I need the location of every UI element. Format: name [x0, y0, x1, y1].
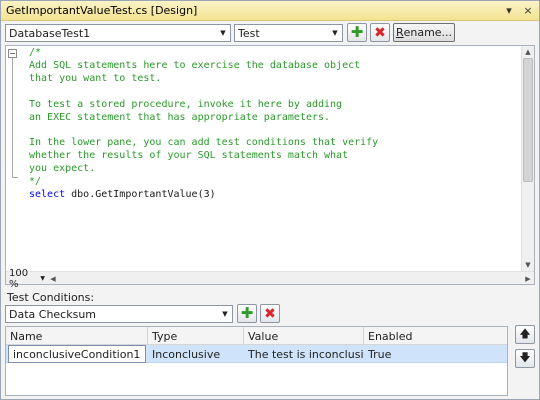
zoom-combo[interactable]: 100 % ▼ [7, 268, 45, 290]
scroll-right-icon[interactable]: ▶ [522, 272, 534, 285]
column-header-enabled[interactable]: Enabled [364, 327, 507, 345]
chevron-down-icon[interactable]: ▼ [216, 25, 230, 41]
code-line: an EXEC statement that has appropriate p… [29, 111, 331, 123]
delete-icon: ✖ [264, 305, 276, 322]
condition-enabled-cell[interactable]: True [364, 345, 507, 363]
script-type-combo[interactable]: Test ▼ [234, 24, 343, 42]
scroll-down-icon[interactable]: ▼ [522, 259, 534, 271]
sql-close-paren: ) [209, 188, 216, 200]
document-tab[interactable]: GetImportantValueTest.cs [Design] ▾ × [1, 1, 539, 21]
add-condition-button[interactable]: ✚ [237, 304, 257, 323]
chevron-down-icon[interactable]: ▼ [40, 275, 45, 282]
editor-vertical-scrollbar[interactable]: ▲ ▼ [521, 46, 534, 271]
condition-value-cell[interactable]: The test is inconclusive. [244, 345, 364, 363]
delete-icon: ✖ [374, 24, 386, 41]
add-test-button[interactable]: ✚ [347, 23, 367, 42]
move-down-button[interactable]: 🡇 [515, 349, 535, 368]
delete-test-button[interactable]: ✖ [370, 23, 390, 42]
rename-label: ename... [403, 26, 453, 39]
scroll-thumb[interactable] [523, 58, 533, 182]
code-line: you expect. [29, 163, 96, 175]
plus-icon: ✚ [350, 23, 364, 41]
condition-name-cell[interactable]: inconclusiveCondition1 [8, 345, 146, 363]
delete-condition-button[interactable]: ✖ [260, 304, 280, 323]
close-icon[interactable]: × [520, 3, 536, 19]
sql-object: dbo.GetImportantValue( [65, 188, 204, 200]
dropdown-icon[interactable]: ▾ [501, 3, 517, 19]
test-conditions-grid[interactable]: Name Type Value Enabled inconclusiveCond… [5, 326, 508, 396]
outline-end [12, 177, 18, 178]
column-header-type[interactable]: Type [148, 327, 244, 345]
rename-button[interactable]: Rename... [393, 23, 455, 42]
condition-type-cell[interactable]: Inconclusive [148, 345, 244, 363]
sql-code[interactable]: /* Add SQL statements here to exercise t… [29, 47, 519, 202]
grid-header: Name Type Value Enabled [6, 327, 507, 345]
move-up-button[interactable]: 🡅 [515, 325, 535, 344]
rename-mnemonic: R [395, 26, 404, 39]
condition-type-value: Data Checksum [9, 307, 97, 321]
outline-line [12, 58, 13, 178]
test-conditions-toolbar: Data Checksum ▼ ✚ ✖ [1, 304, 539, 326]
column-header-value[interactable]: Value [244, 327, 364, 345]
sql-editor[interactable]: − /* Add SQL statements here to exercise… [5, 45, 535, 290]
scroll-up-icon[interactable]: ▲ [522, 46, 534, 58]
code-line: To test a stored procedure, invoke it he… [29, 98, 343, 110]
arrow-down-icon: 🡇 [519, 351, 531, 364]
designer-toolbar: DatabaseTest1 ▼ Test ▼ ✚ ✖ Rename... [1, 22, 539, 44]
collapse-icon[interactable]: − [8, 49, 17, 58]
editor-status-row: 100 % ▼ ◀ ▶ [6, 268, 534, 290]
table-row[interactable]: inconclusiveCondition1 Inconclusive The … [6, 345, 507, 363]
document-title: GetImportantValueTest.cs [Design] [6, 4, 198, 17]
column-header-name[interactable]: Name [6, 327, 148, 345]
arrow-up-icon: 🡅 [519, 327, 531, 340]
test-conditions-label: Test Conditions: [7, 291, 95, 304]
code-line: whether the results of your SQL statemen… [29, 150, 349, 162]
designer-window: GetImportantValueTest.cs [Design] ▾ × Da… [0, 0, 540, 400]
condition-type-combo[interactable]: Data Checksum ▼ [5, 305, 233, 323]
sql-keyword: select [29, 188, 66, 200]
test-selector-value: DatabaseTest1 [9, 26, 91, 40]
chevron-down-icon[interactable]: ▼ [218, 306, 232, 322]
chevron-down-icon[interactable]: ▼ [328, 25, 342, 41]
code-line: /* [29, 47, 42, 58]
scroll-left-icon[interactable]: ◀ [47, 272, 59, 285]
code-line: */ [29, 176, 42, 188]
code-line: that you want to test. [29, 72, 162, 84]
test-selector-combo[interactable]: DatabaseTest1 ▼ [5, 24, 231, 42]
code-line: In the lower pane, you can add test cond… [29, 137, 379, 149]
plus-icon: ✚ [240, 304, 254, 322]
script-type-value: Test [238, 26, 260, 40]
code-line: Add SQL statements here to exercise the … [29, 59, 361, 71]
zoom-value: 100 % [9, 267, 29, 290]
